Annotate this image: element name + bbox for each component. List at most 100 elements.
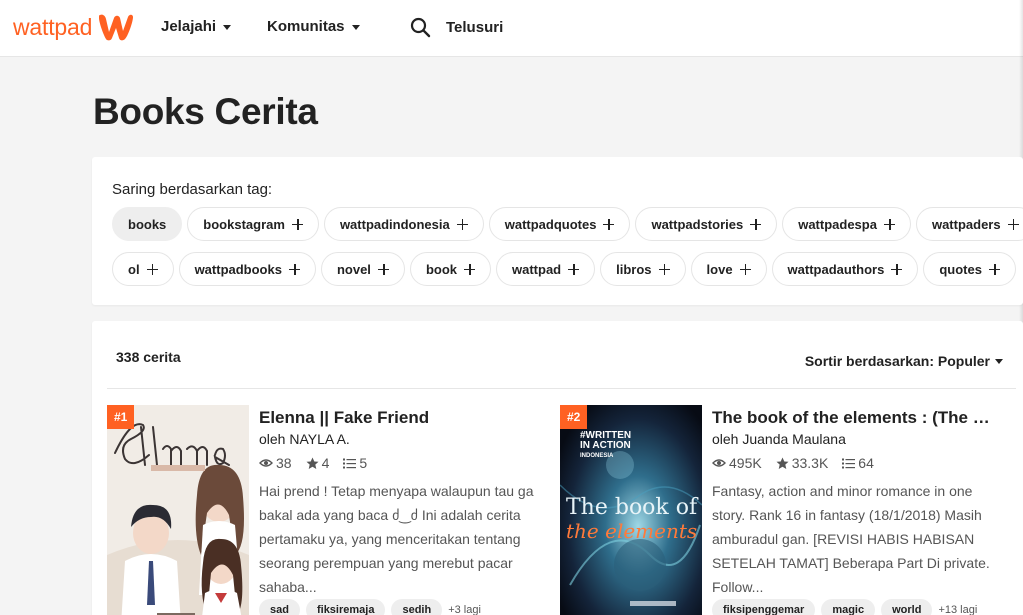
tag-row-2: ol wattpadbooks novel book wattpad libro…	[112, 252, 1021, 286]
plus-icon	[891, 263, 903, 275]
tag-label: wattpaders	[931, 216, 1001, 232]
story-author[interactable]: oleh Juanda Maulana	[712, 431, 846, 447]
tag-chip-wattpadindonesia[interactable]: wattpadindonesia	[323, 207, 484, 241]
plus-icon	[456, 218, 468, 230]
parts-count: 5	[359, 455, 368, 471]
sort-dropdown[interactable]: Sortir berdasarkan: Populer	[805, 353, 1003, 369]
tag-chip-libros[interactable]: libros	[600, 252, 686, 286]
logo-wordmark: wattpad	[13, 13, 93, 40]
star-icon	[306, 457, 319, 469]
list-icon	[842, 458, 856, 468]
tag-label: ol	[128, 261, 140, 277]
story-stats: 38 4 5	[259, 455, 381, 471]
search-input[interactable]: Telusuri	[446, 19, 503, 36]
votes-count: 33.3K	[791, 455, 829, 471]
tag-label: quotes	[939, 261, 982, 277]
nav-explore-label: Jelajahi	[161, 18, 217, 35]
tag-chip-wattpadquotes[interactable]: wattpadquotes	[488, 207, 631, 241]
plus-icon	[603, 218, 615, 230]
story-description: Hai prend ! Tetap menyapa walaupun tau g…	[259, 483, 534, 595]
tag-chip-quotes[interactable]: quotes	[923, 252, 1016, 286]
tag-label: libros	[616, 261, 652, 277]
rank-badge: #2	[560, 405, 588, 429]
plus-icon	[750, 218, 762, 230]
search-icon[interactable]	[410, 17, 431, 38]
tag-label: wattpad	[512, 261, 562, 277]
plus-icon	[883, 218, 895, 230]
tag-chip-books[interactable]: books	[112, 207, 183, 241]
parts-stat: 5	[343, 455, 367, 471]
plus-icon	[988, 263, 1000, 275]
reads-count: 495K	[729, 455, 762, 471]
reads-count: 38	[276, 455, 292, 471]
nav-community-menu[interactable]: Komunitas	[267, 18, 360, 35]
nav-explore-menu[interactable]: Jelajahi	[161, 18, 232, 35]
wattpad-logo[interactable]: wattpad	[13, 12, 135, 42]
story-tag[interactable]: sad	[259, 599, 300, 615]
tag-chip-wattpadespa[interactable]: wattpadespa	[782, 207, 911, 241]
more-tags-link[interactable]: +3 lagi	[448, 604, 481, 615]
plus-icon	[1007, 218, 1019, 230]
nav-community-label: Komunitas	[267, 18, 345, 35]
tag-label: book	[425, 261, 457, 277]
story-count: 338 cerita	[116, 349, 181, 365]
cover-title: the elements	[566, 519, 698, 543]
tag-label: wattpadquotes	[504, 216, 597, 232]
tag-chip-wattpadbooks[interactable]: wattpadbooks	[178, 252, 316, 286]
votes-stat: 4	[306, 455, 330, 471]
search-bar[interactable]: Telusuri	[410, 17, 503, 38]
story-tag[interactable]: magic	[821, 599, 876, 615]
more-tags-link[interactable]: +13 lagi	[938, 604, 977, 615]
cover-badge-line: INDONESIA	[580, 453, 614, 459]
page-title: Books Cerita	[93, 91, 318, 132]
story-cover[interactable]: #WRITTEN IN ACTION INDONESIA The book of…	[560, 405, 702, 615]
story-card[interactable]: #1 Elenna || Fake Friend oleh NAYLA A. 3…	[107, 405, 547, 615]
tag-label: bookstagram	[203, 216, 285, 232]
tag-chip-love[interactable]: love	[690, 252, 767, 286]
tag-chip-bookstagram[interactable]: bookstagram	[187, 207, 319, 241]
story-card[interactable]: #WRITTEN IN ACTION INDONESIA The book of…	[560, 405, 1000, 615]
votes-stat: 33.3K	[776, 455, 829, 471]
parts-count: 64	[858, 455, 874, 471]
story-description: Fantasy, action and minor romance in one…	[712, 483, 990, 595]
tag-chip-wattpadstories[interactable]: wattpadstories	[635, 207, 778, 241]
reads-stat: 38	[259, 455, 292, 471]
story-tag[interactable]: fiksiremaja	[305, 599, 386, 615]
story-title[interactable]: Elenna || Fake Friend	[259, 408, 544, 428]
tag-label: love	[706, 261, 733, 277]
parts-stat: 64	[842, 455, 874, 471]
divider	[107, 388, 1016, 389]
star-icon	[776, 457, 789, 469]
tag-label: wattpadstories	[651, 216, 744, 232]
plus-icon	[377, 263, 389, 275]
plus-icon	[739, 263, 751, 275]
eye-icon	[712, 459, 726, 467]
story-title[interactable]: The book of the elements : (The Ri...	[712, 408, 997, 428]
tag-chip-wattpad[interactable]: wattpad	[496, 252, 596, 286]
story-cover[interactable]: #1	[107, 405, 249, 615]
story-tag[interactable]: fiksipenggemar	[712, 599, 816, 615]
chevron-down-icon	[223, 25, 232, 30]
tag-label: wattpadindonesia	[339, 216, 450, 232]
story-tags: fiksipenggemar magic world +13 lagi	[712, 599, 977, 615]
votes-count: 4	[321, 455, 330, 471]
story-tags: sad fiksiremaja sedih +3 lagi	[259, 599, 481, 615]
cover-title: The book of	[566, 495, 698, 520]
sort-label: Sortir berdasarkan: Populer	[804, 353, 990, 369]
plus-icon	[288, 263, 300, 275]
tag-chip-ol[interactable]: ol	[112, 252, 174, 286]
story-tag[interactable]: world	[881, 599, 933, 615]
story-stats: 495K 33.3K 64	[712, 455, 888, 471]
tag-chip-novel[interactable]: novel	[320, 252, 405, 286]
list-icon	[343, 458, 357, 468]
plus-icon	[568, 263, 580, 275]
story-author[interactable]: oleh NAYLA A.	[259, 431, 350, 447]
tag-chip-wattpadauthors[interactable]: wattpadauthors	[771, 252, 919, 286]
plus-icon	[146, 263, 158, 275]
story-tag[interactable]: sedih	[391, 599, 443, 615]
story-results-panel: 338 cerita Sortir berdasarkan: Populer #…	[92, 321, 1023, 615]
tag-chip-wattpaders[interactable]: wattpaders	[915, 207, 1023, 241]
cover-badge-line: IN ACTION	[580, 440, 631, 451]
tag-chip-book[interactable]: book	[409, 252, 491, 286]
tag-label: wattpadespa	[798, 216, 877, 232]
